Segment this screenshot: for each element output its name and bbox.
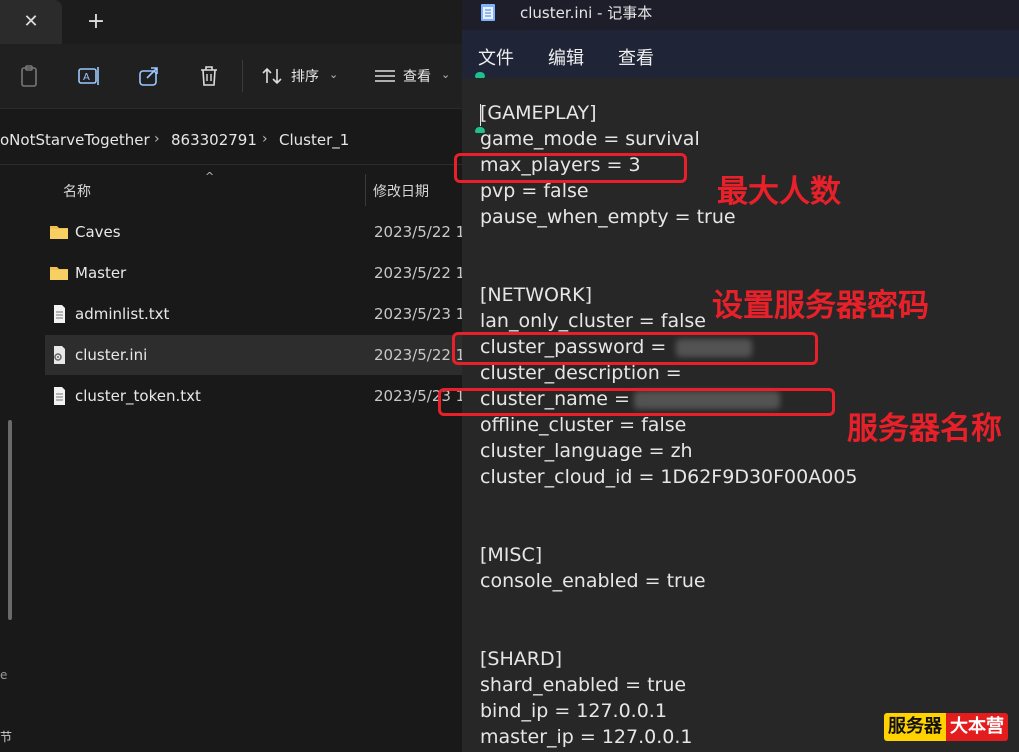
toolbar-separator [242, 60, 243, 92]
nav-pane-scrollbar[interactable] [8, 420, 12, 620]
watermark-right: 大本营 [946, 713, 1008, 741]
column-header-date[interactable]: 修改日期 [373, 181, 429, 201]
file-row-adminlist[interactable]: adminlist.txt 2023/5/23 1 [45, 294, 466, 334]
file-list-header: 名称 ^ 修改日期 [45, 170, 462, 210]
file-name: Master [75, 264, 127, 282]
menu-file[interactable]: 文件 [478, 44, 514, 70]
menu-view[interactable]: 查看 [618, 44, 654, 70]
tab-close-button[interactable]: ✕ [0, 0, 62, 44]
menu-edit[interactable]: 编辑 [548, 44, 584, 70]
delete-icon[interactable] [196, 63, 222, 89]
folder-icon [50, 267, 68, 280]
notepad-window: cluster.ini - 记事本 文件 编辑 查看 [GAMEPLAY] ga… [462, 0, 1019, 752]
svg-text:A: A [83, 72, 90, 83]
divider [0, 164, 462, 165]
file-row-cluster-ini[interactable]: cluster.ini 2023/5/22 1 [45, 335, 465, 375]
sort-icon[interactable] [260, 63, 286, 89]
sort-arrow-icon: ^ [205, 170, 215, 183]
file-date: 2023/5/23 1 [374, 305, 466, 323]
rename-icon[interactable]: A [76, 63, 102, 89]
breadcrumb-item[interactable]: oNotStarveTogether [0, 131, 150, 149]
file-date: 2023/5/22 1 [374, 264, 466, 282]
breadcrumb-separator: › [154, 131, 160, 147]
breadcrumb-separator: › [262, 131, 268, 147]
file-name: adminlist.txt [75, 305, 170, 323]
highlight-password [452, 332, 818, 365]
notepad-title-bar: cluster.ini - 记事本 [462, 0, 1019, 30]
code-line: [NETWORK] [480, 284, 593, 306]
explorer-tab-bar: ✕ + [0, 0, 462, 44]
code-line: console_enabled = true [480, 570, 706, 592]
highlight-max-players [454, 153, 687, 183]
ini-file-icon [54, 346, 65, 364]
code-line: pause_when_empty = true [480, 206, 736, 228]
breadcrumb: oNotStarveTogether › 863302791 › Cluster… [0, 120, 462, 160]
column-separator[interactable] [365, 174, 366, 206]
breadcrumb-item[interactable]: Cluster_1 [279, 131, 349, 149]
code-line: bind_ip = 127.0.0.1 [480, 700, 667, 722]
code-line: [GAMEPLAY] [480, 102, 597, 124]
annotation-server-name: 服务器名称 [847, 411, 1002, 447]
folder-icon [50, 226, 68, 239]
watermark-left: 服务器 [884, 713, 946, 741]
file-name: cluster_token.txt [75, 387, 201, 405]
notepad-menu-bar: 文件 编辑 查看 [462, 30, 1019, 78]
sort-button[interactable]: 排序 [291, 66, 319, 86]
view-icon[interactable] [372, 63, 398, 89]
view-chevron-icon[interactable]: ⌄ [441, 68, 450, 81]
window-title: cluster.ini - 记事本 [520, 4, 653, 22]
notepad-app-icon [481, 4, 495, 21]
file-name: Caves [75, 223, 121, 241]
highlight-server-name [438, 388, 835, 416]
new-tab-button[interactable]: + [84, 8, 108, 36]
code-line: master_ip = 127.0.0.1 [480, 726, 693, 748]
sort-chevron-icon[interactable]: ⌄ [329, 68, 338, 81]
file-date: 2023/5/22 1 [374, 223, 466, 241]
code-line: game_mode = survival [480, 128, 700, 150]
code-line: [SHARD] [480, 648, 563, 670]
file-name: cluster.ini [75, 346, 148, 364]
paste-icon[interactable] [17, 63, 43, 89]
breadcrumb-item[interactable]: 863302791 [171, 131, 257, 149]
column-header-name[interactable]: 名称 [63, 181, 91, 201]
code-line: shard_enabled = true [480, 674, 687, 696]
share-icon[interactable] [136, 63, 162, 89]
code-line: [MISC] [480, 544, 543, 566]
code-line: cluster_language = zh [480, 440, 693, 462]
text-file-icon [54, 387, 65, 405]
nav-pane-text-fragment: 节 [0, 730, 13, 744]
explorer-toolbar: A 排序 ⌄ 查看 ⌄ [0, 44, 462, 109]
code-line: lan_only_cluster = false [480, 310, 706, 332]
code-line: cluster_cloud_id = 1D62F9D30F00A005 [480, 466, 858, 488]
annotation-password: 设置服务器密码 [712, 288, 929, 324]
file-explorer-window: ✕ + A 排序 ⌄ 查看 ⌄ oNotStarveTogether › 863… [0, 0, 466, 752]
file-row-master[interactable]: Master 2023/5/22 1 [45, 253, 466, 293]
nav-pane-text-fragment: e [0, 668, 8, 682]
view-button[interactable]: 查看 [403, 66, 431, 86]
annotation-max-players: 最大人数 [717, 174, 841, 210]
watermark-logo: 服务器 大本营 [884, 713, 1008, 741]
file-row-cluster-token[interactable]: cluster_token.txt 2023/5/23 1 [45, 376, 465, 416]
text-file-icon [54, 305, 65, 323]
file-row-caves[interactable]: Caves 2023/5/22 1 [45, 212, 466, 252]
